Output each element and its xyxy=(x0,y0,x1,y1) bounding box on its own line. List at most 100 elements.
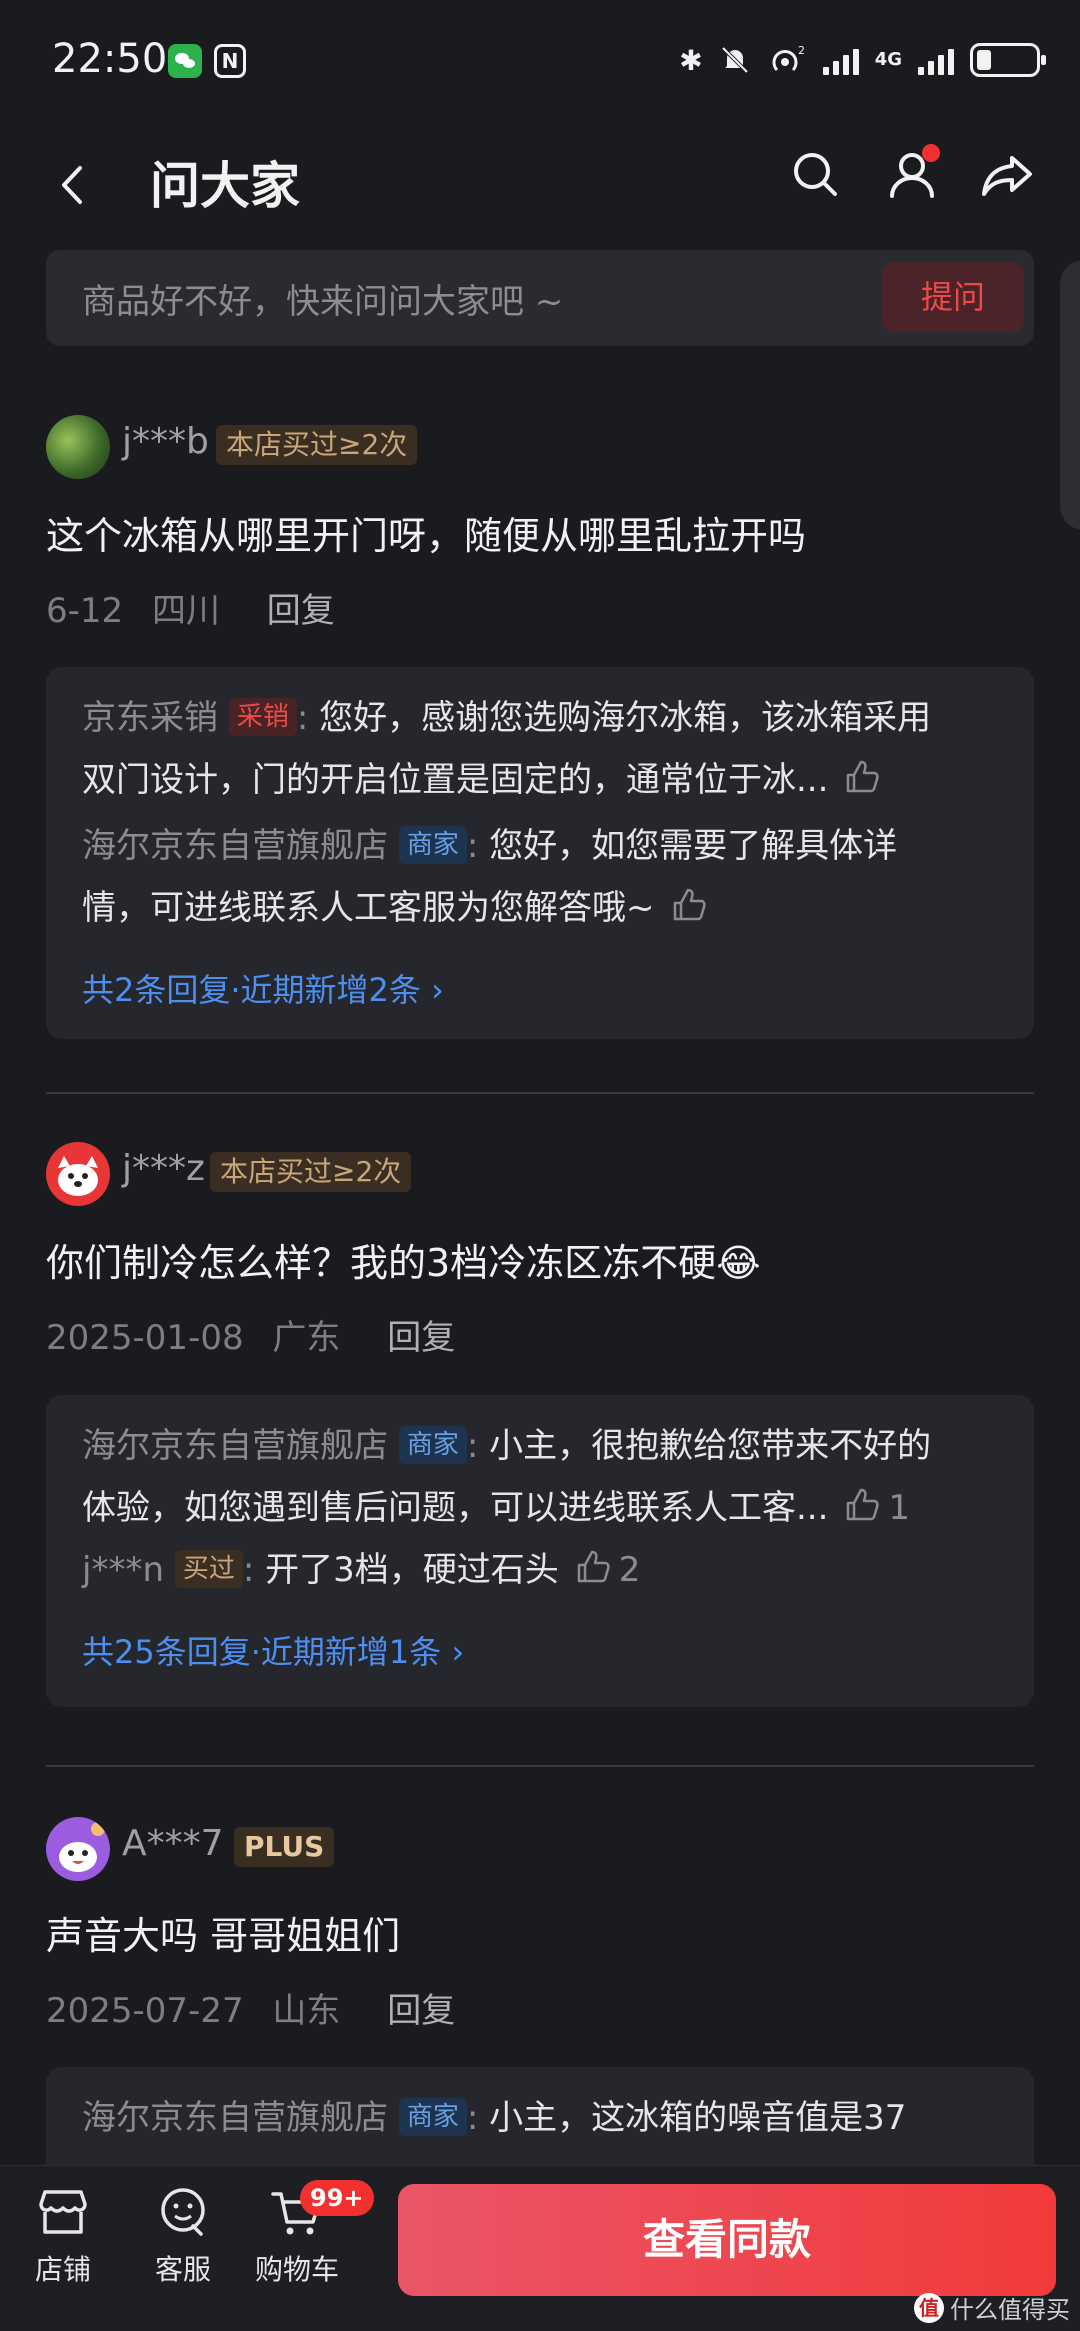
side-scroll-handle[interactable] xyxy=(1060,260,1080,530)
answer-line: 情，可进线联系人工客服为您解答哦~ xyxy=(82,877,1012,939)
answer-line: 海尔京东自营旗舰店 商家: 您好，如您需要了解具体详 xyxy=(82,826,898,866)
customer-service-icon xyxy=(161,2188,205,2236)
question-meta: 2025-01-08 广东 回复 xyxy=(46,1310,455,1359)
answer-line: 海尔京东自营旗舰店 商家: 小主，很抱歉给您带来不好的 xyxy=(82,1426,932,1466)
answerer-name: 京东采销 xyxy=(82,698,218,738)
thumbs-up-icon[interactable] xyxy=(573,1547,613,1587)
more-replies-link[interactable]: 共2条回复·近期新增2条 › xyxy=(82,965,444,1011)
question-meta: 2025-07-27 山东 回复 xyxy=(46,1983,455,2032)
notification-dot xyxy=(922,144,940,162)
question-text[interactable]: 声音大吗 哥哥姐姐们 xyxy=(46,1905,400,1960)
answer-text: 您好，感谢您选购海尔冰箱，该冰箱采用 xyxy=(319,698,932,738)
chevron-right-icon: › xyxy=(451,1633,465,1671)
mute-bell-icon xyxy=(721,46,749,74)
answer-badge: 商家 xyxy=(398,2098,467,2136)
customer-service-tab[interactable]: 客服 xyxy=(128,2182,238,2288)
answer-badge: 商家 xyxy=(398,826,467,864)
question-date: 2025-07-27 xyxy=(46,1991,244,2031)
answer-box[interactable]: 海尔京东自营旗舰店 商家: 小主，很抱歉给您带来不好的 体验，如您遇到售后问题，… xyxy=(46,1395,1034,1707)
customer-service-label: 客服 xyxy=(154,2253,211,2286)
jd-dog-avatar-icon xyxy=(58,1156,98,1196)
search-icon[interactable] xyxy=(785,144,845,204)
avatar[interactable] xyxy=(46,1142,110,1206)
network-type: 4G xyxy=(874,49,902,70)
cart-count-badge: 99+ xyxy=(300,2180,374,2216)
question-text[interactable]: 这个冰箱从哪里开门呀，随便从哪里乱拉开吗 xyxy=(46,505,806,560)
user-name: j***b xyxy=(122,421,209,462)
question-input-placeholder[interactable]: 商品好不好，快来问问大家吧 ~ xyxy=(82,274,563,323)
answer-line: j***n 买过: 开了3档，硬过石头 2 xyxy=(82,1539,1012,1601)
purchase-tag: 本店买过≥2次 xyxy=(216,425,418,465)
reply-button[interactable]: 回复 xyxy=(387,1318,455,1358)
thumbs-up-icon[interactable] xyxy=(842,1485,882,1525)
avatar[interactable] xyxy=(46,415,110,479)
answer-badge: 采销 xyxy=(228,698,297,736)
status-bar: 22:50 N ✱ 2 4G xyxy=(0,0,1080,120)
like-count: 2 xyxy=(618,1550,641,1590)
answer-text: 双门设计，门的开启位置是固定的，通常位于冰... xyxy=(82,760,829,800)
answer-text: 小主，很抱歉给您带来不好的 xyxy=(489,1426,932,1466)
user-name: A***7 xyxy=(122,1823,224,1864)
answer-text: 小主，这冰箱的噪音值是37 xyxy=(489,2098,907,2138)
status-time: 22:50 xyxy=(52,36,168,82)
signal-icon xyxy=(822,45,859,75)
answer-text: 体验，如您遇到售后问题，可以进线联系人工客... xyxy=(82,1488,829,1528)
more-replies-link[interactable]: 共25条回复·近期新增1条 › xyxy=(82,1627,464,1673)
answer-line: 京东采销 采销: 您好，感谢您选购海尔冰箱，该冰箱采用 xyxy=(82,698,932,738)
signal-icon-2 xyxy=(918,45,954,75)
page-title: 问大家 xyxy=(150,157,300,215)
like-count: 1 xyxy=(888,1488,911,1528)
answer-box[interactable]: 京东采销 采销: 您好，感谢您选购海尔冰箱，该冰箱采用 双门设计，门的开启位置是… xyxy=(46,667,1034,1039)
answerer-name: j***n xyxy=(82,1550,164,1590)
thumbs-up-icon[interactable] xyxy=(842,757,882,797)
question-input-bar[interactable]: 商品好不好，快来问问大家吧 ~ 提问 xyxy=(46,250,1034,346)
answerer-name: 海尔京东自营旗舰店 xyxy=(82,1426,388,1466)
profile-button[interactable] xyxy=(882,144,942,204)
watermark-text: 什么值得买 xyxy=(950,2296,1070,2324)
nfc-icon: N xyxy=(214,44,246,78)
answer-line: 双门设计，门的开启位置是固定的，通常位于冰... xyxy=(82,749,1012,811)
bluetooth-icon: ✱ xyxy=(679,43,703,77)
back-arrow-icon[interactable] xyxy=(48,160,98,210)
store-label: 店铺 xyxy=(34,2253,91,2286)
reply-button[interactable]: 回复 xyxy=(267,591,335,631)
answer-text: 开了3档，硬过石头 xyxy=(265,1550,559,1590)
question-region: 山东 xyxy=(272,1991,341,2031)
share-icon[interactable] xyxy=(978,144,1038,204)
user-name: j***z xyxy=(122,1148,205,1189)
more-replies-text[interactable]: 共25条回复·近期新增1条 xyxy=(82,1633,441,1671)
answer-badge: 商家 xyxy=(398,1426,467,1464)
question-region: 四川 xyxy=(151,591,220,631)
answerer-name: 海尔京东自营旗舰店 xyxy=(82,2098,388,2138)
reply-button[interactable]: 回复 xyxy=(387,1991,455,2031)
watermark-logo: 值 xyxy=(914,2292,944,2323)
question-text[interactable]: 你们制冷怎么样？我的3档冷冻区冻不硬😂 xyxy=(46,1232,761,1287)
store-icon xyxy=(39,2190,87,2234)
status-indicators: ✱ 2 4G xyxy=(679,40,1046,80)
cart-label: 购物车 xyxy=(254,2253,339,2286)
question-date: 2025-01-08 xyxy=(46,1318,244,1358)
answer-line: 体验，如您遇到售后问题，可以进线联系人工客... 1 xyxy=(82,1477,1012,1539)
hotspot-icon: 2 xyxy=(772,44,805,72)
thumbs-up-icon[interactable] xyxy=(669,885,709,925)
cart-tab[interactable]: 购物车 99+ xyxy=(242,2180,374,2288)
answer-text: 情，可进线联系人工客服为您解答哦~ xyxy=(82,888,655,928)
answer-text: 您好，如您需要了解具体详 xyxy=(489,826,898,866)
question-date: 6-12 xyxy=(46,591,124,631)
purchase-tag: 本店买过≥2次 xyxy=(210,1152,412,1192)
watermark: 值 什么值得买 xyxy=(914,2290,1070,2325)
more-replies-text[interactable]: 共2条回复·近期新增2条 xyxy=(82,971,421,1009)
ask-button[interactable]: 提问 xyxy=(882,262,1024,332)
svg-text:2: 2 xyxy=(798,44,805,57)
divider xyxy=(46,1092,1034,1094)
answer-line: 海尔京东自营旗舰店 商家: 小主，这冰箱的噪音值是37 xyxy=(82,2098,907,2138)
battery-icon xyxy=(970,43,1046,77)
chevron-right-icon: › xyxy=(431,971,444,1009)
store-tab[interactable]: 店铺 xyxy=(8,2182,118,2288)
avatar[interactable] xyxy=(46,1817,110,1881)
divider xyxy=(46,1765,1034,1767)
view-same-product-button[interactable]: 查看同款 xyxy=(398,2184,1056,2296)
answerer-name: 海尔京东自营旗舰店 xyxy=(82,826,388,866)
question-meta: 6-12 四川 回复 xyxy=(46,583,335,632)
nav-header: 问大家 xyxy=(0,120,1080,250)
